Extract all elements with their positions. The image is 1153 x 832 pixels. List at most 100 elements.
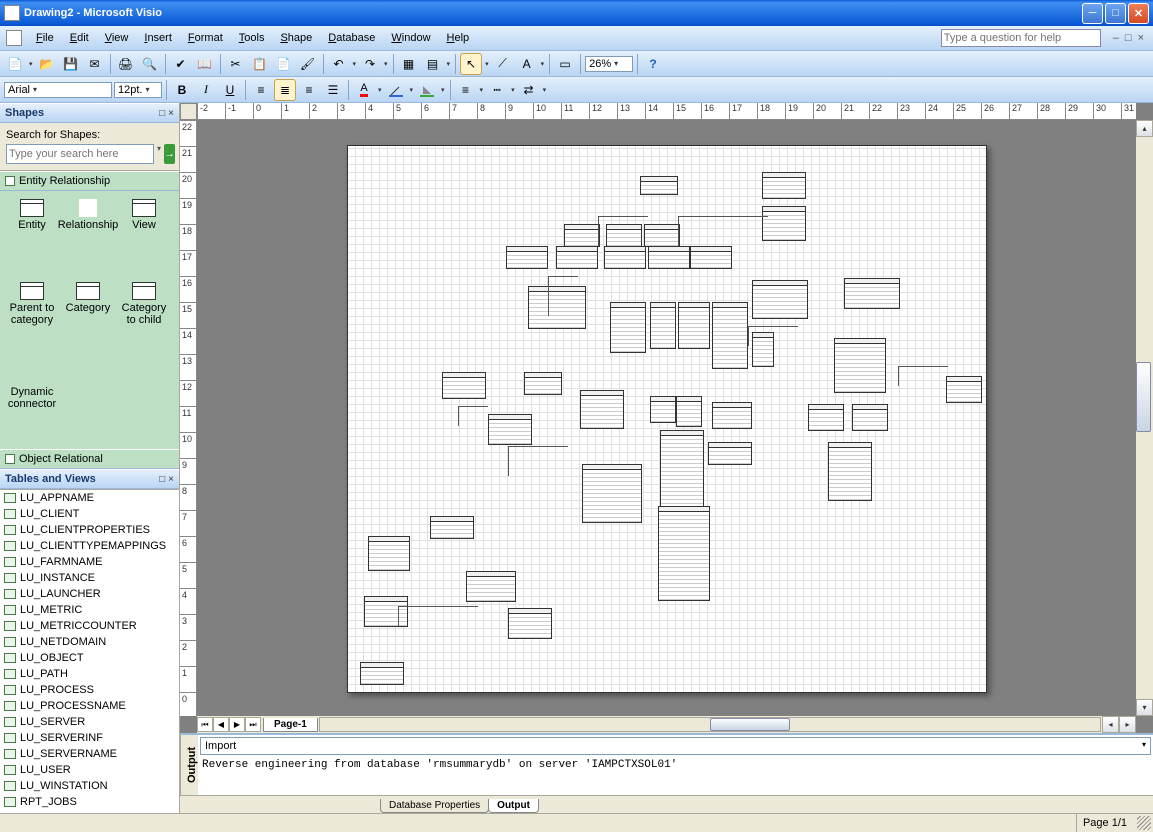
- tab-first-button[interactable]: ⏮: [197, 717, 213, 732]
- mdi-minimize-button[interactable]: –: [1110, 32, 1122, 44]
- drawing-page[interactable]: [347, 145, 987, 693]
- table-item[interactable]: LU_CLIENT: [0, 506, 179, 522]
- entity-shape[interactable]: [556, 246, 598, 269]
- table-item[interactable]: LU_METRICCOUNTER: [0, 618, 179, 634]
- align-left-button[interactable]: ≡: [250, 79, 272, 101]
- stencil-dropdown[interactable]: ▾: [446, 60, 452, 68]
- new-dropdown[interactable]: ▾: [28, 60, 34, 68]
- redo-button[interactable]: ↷: [359, 53, 381, 75]
- stencil-shape-dynamic-connector[interactable]: Dynamic connector: [4, 362, 60, 424]
- stencil-shape-category[interactable]: Category: [60, 278, 116, 340]
- font-size-combo[interactable]: 12pt.▾: [114, 82, 162, 98]
- entity-shape[interactable]: [488, 414, 532, 445]
- pointer-dropdown[interactable]: ▾: [484, 60, 490, 68]
- visio-icon[interactable]: [6, 30, 22, 46]
- redo-dropdown[interactable]: ▾: [383, 60, 389, 68]
- scroll-down-button[interactable]: ▾: [1136, 699, 1153, 716]
- open-button[interactable]: 📂: [36, 53, 58, 75]
- canvas[interactable]: [197, 120, 1136, 716]
- table-item[interactable]: LU_USER: [0, 762, 179, 778]
- menu-help[interactable]: Help: [439, 29, 478, 47]
- line-weight-dropdown[interactable]: ▾: [479, 86, 485, 94]
- table-item[interactable]: LU_METRIC: [0, 602, 179, 618]
- scroll-left-button[interactable]: ◂: [1102, 716, 1119, 733]
- entity-shape[interactable]: [844, 278, 900, 309]
- entity-relationship-stencil-header[interactable]: Entity Relationship: [0, 171, 179, 191]
- entity-shape[interactable]: [364, 596, 408, 627]
- new-button[interactable]: 📄: [4, 53, 26, 75]
- entity-shape[interactable]: [762, 206, 806, 241]
- entity-shape[interactable]: [442, 372, 486, 399]
- entity-shape[interactable]: [752, 332, 774, 367]
- resize-grip-icon[interactable]: [1137, 816, 1151, 830]
- hscroll-track[interactable]: [319, 717, 1101, 732]
- vertical-scrollbar[interactable]: ▴ ▾: [1136, 120, 1153, 716]
- entity-shape[interactable]: [834, 338, 886, 393]
- entity-shape[interactable]: [564, 224, 600, 247]
- italic-button[interactable]: I: [195, 79, 217, 101]
- entity-shape[interactable]: [852, 404, 888, 431]
- table-item[interactable]: LU_SERVERNAME: [0, 746, 179, 762]
- shapes-pane-menu-icon[interactable]: □: [159, 108, 165, 119]
- scroll-up-button[interactable]: ▴: [1136, 120, 1153, 137]
- bottom-tab-output[interactable]: Output: [488, 799, 539, 813]
- tab-next-button[interactable]: ▶: [229, 717, 245, 732]
- pointer-tool-button[interactable]: ↖: [460, 53, 482, 75]
- table-item[interactable]: LU_INSTANCE: [0, 570, 179, 586]
- line-ends-button[interactable]: ⇄: [518, 79, 540, 101]
- shapes-pane-close-icon[interactable]: ×: [168, 108, 174, 119]
- bottom-tab-database-properties[interactable]: Database Properties: [380, 799, 489, 813]
- shape-search-dropdown[interactable]: ▾: [157, 144, 161, 164]
- line-pattern-dropdown[interactable]: ▾: [510, 86, 516, 94]
- line-weight-button[interactable]: ≡: [455, 79, 477, 101]
- maximize-button[interactable]: □: [1105, 3, 1126, 24]
- stencil-shape-view[interactable]: View: [116, 195, 172, 257]
- close-button[interactable]: ✕: [1128, 3, 1149, 24]
- tab-prev-button[interactable]: ◀: [213, 717, 229, 732]
- line-color-button[interactable]: [385, 79, 407, 101]
- text-dropdown[interactable]: ▾: [540, 60, 546, 68]
- rectangle-tool-button[interactable]: ▭: [554, 53, 576, 75]
- entity-shape[interactable]: [604, 246, 646, 269]
- entity-shape[interactable]: [712, 302, 748, 369]
- entity-shape[interactable]: [658, 506, 710, 601]
- tables-pane-menu-icon[interactable]: □: [159, 474, 165, 485]
- entity-shape[interactable]: [808, 404, 844, 431]
- entity-shape[interactable]: [582, 464, 642, 523]
- table-item[interactable]: LU_WINSTATION: [0, 778, 179, 794]
- scroll-right-button[interactable]: ▸: [1119, 716, 1136, 733]
- tables-views-list[interactable]: LU_APPNAMELU_CLIENTLU_CLIENTPROPERTIESLU…: [0, 489, 179, 813]
- entity-shape[interactable]: [508, 608, 552, 639]
- paste-button[interactable]: 📄: [273, 53, 295, 75]
- entity-shape[interactable]: [506, 246, 548, 269]
- entity-shape[interactable]: [690, 246, 732, 269]
- table-item[interactable]: LU_NETDOMAIN: [0, 634, 179, 650]
- stencil-shape-parent-to-category[interactable]: Parent to category: [4, 278, 60, 340]
- align-center-button[interactable]: ≣: [274, 79, 296, 101]
- menu-file[interactable]: File: [28, 29, 62, 47]
- spelling-button[interactable]: ✔: [170, 53, 192, 75]
- mdi-restore-button[interactable]: □: [1122, 32, 1135, 44]
- font-combo[interactable]: Arial▾: [4, 82, 112, 98]
- email-button[interactable]: ✉: [84, 53, 106, 75]
- entity-shape[interactable]: [640, 176, 678, 195]
- align-justify-button[interactable]: ☰: [322, 79, 344, 101]
- entity-shape[interactable]: [650, 302, 676, 349]
- table-item[interactable]: LU_FARMNAME: [0, 554, 179, 570]
- entity-shape[interactable]: [676, 396, 702, 427]
- zoom-combo[interactable]: 26%▾: [585, 56, 633, 72]
- line-pattern-button[interactable]: ┉: [486, 79, 508, 101]
- table-item[interactable]: LU_SERVER: [0, 714, 179, 730]
- print-preview-button[interactable]: 🔍: [139, 53, 161, 75]
- menu-edit[interactable]: Edit: [62, 29, 97, 47]
- line-ends-dropdown[interactable]: ▾: [542, 86, 548, 94]
- fill-color-dropdown[interactable]: ▾: [440, 86, 446, 94]
- print-button[interactable]: 🖨: [115, 53, 137, 75]
- entity-shape[interactable]: [580, 390, 624, 429]
- entity-shape[interactable]: [528, 286, 586, 329]
- stencil-shape-relationship[interactable]: Relationship: [60, 195, 116, 257]
- shape-search-go-button[interactable]: →: [164, 144, 175, 164]
- entity-shape[interactable]: [648, 246, 690, 269]
- mdi-close-button[interactable]: ×: [1135, 32, 1147, 44]
- table-item[interactable]: LU_SERVERINF: [0, 730, 179, 746]
